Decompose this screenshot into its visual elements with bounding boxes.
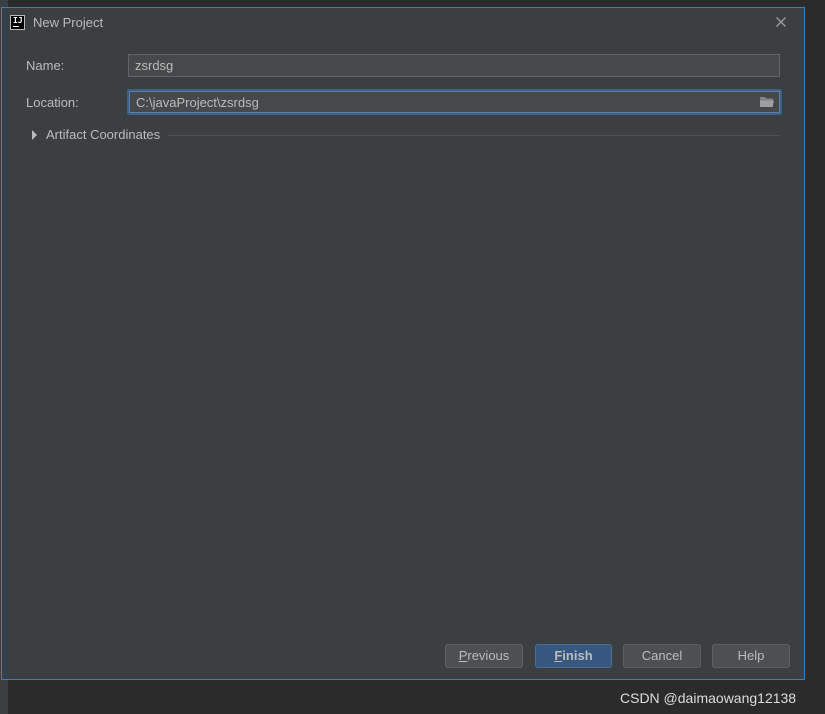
artifact-coordinates-toggle[interactable]: Artifact Coordinates — [30, 127, 782, 145]
finish-button[interactable]: Finish — [535, 644, 612, 668]
previous-label: revious — [467, 648, 510, 663]
app-icon-text: IJ — [13, 16, 23, 25]
cancel-button[interactable]: Cancel — [623, 644, 701, 668]
finish-label: inish — [562, 648, 593, 663]
artifact-separator — [168, 135, 780, 136]
triangle-right-icon — [32, 130, 37, 140]
help-button[interactable]: Help — [712, 644, 790, 668]
folder-icon[interactable] — [759, 95, 775, 108]
app-icon-bar — [13, 26, 19, 27]
artifact-coordinates-label: Artifact Coordinates — [46, 127, 161, 142]
close-icon[interactable] — [773, 14, 789, 30]
title-bar: IJ New Project — [2, 8, 804, 38]
previous-button[interactable]: Previous — [445, 644, 523, 668]
location-label: Location: — [26, 95, 79, 110]
dialog-title: New Project — [33, 15, 104, 30]
name-field[interactable] — [128, 54, 780, 77]
name-label: Name: — [26, 58, 65, 73]
location-field-wrapper — [127, 89, 782, 115]
watermark: CSDN @daimaowang12138 — [620, 690, 797, 706]
intellij-icon: IJ — [10, 15, 25, 30]
location-field[interactable] — [129, 91, 780, 113]
new-project-dialog: IJ New Project Name: Location: Artifact … — [1, 7, 805, 680]
